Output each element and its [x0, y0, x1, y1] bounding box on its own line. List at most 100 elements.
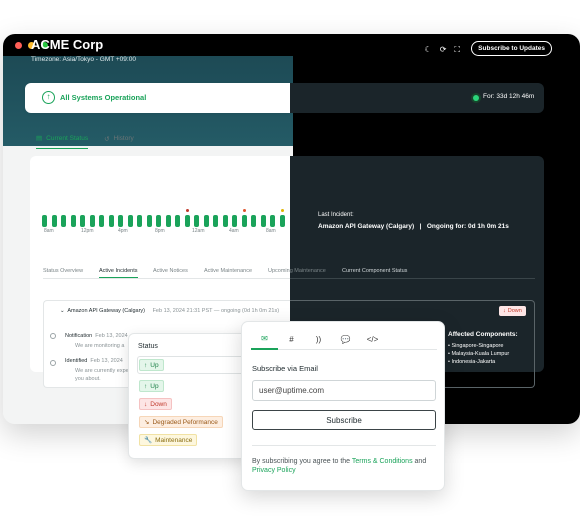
- subscribe-popup: ✉ # )) 💬 </> Subscribe via Email Subscri…: [241, 321, 445, 491]
- email-field[interactable]: [252, 380, 436, 401]
- uptime-bar[interactable]: [70, 215, 76, 227]
- subtab-status-overview[interactable]: Status Overview: [43, 268, 83, 274]
- terms-text: By subscribing you agree to the Terms & …: [252, 458, 427, 474]
- window-close-button[interactable]: [15, 41, 22, 49]
- uptime-bar[interactable]: [51, 215, 57, 227]
- uptime-bar[interactable]: [108, 215, 114, 227]
- tab-history[interactable]: ↺ History: [104, 134, 134, 149]
- affected-title: Affected Components:: [448, 331, 518, 338]
- moon-icon[interactable]: ☾: [425, 45, 432, 55]
- expand-icon[interactable]: ⛶: [454, 45, 460, 55]
- subtab-active-notices[interactable]: Active Notices: [153, 268, 188, 274]
- uptime-bar[interactable]: [156, 215, 161, 227]
- subtab-current-component-status[interactable]: Current Component Status: [342, 268, 407, 274]
- uptime-bar[interactable]: [118, 215, 123, 227]
- uptime-bar[interactable]: [127, 215, 133, 227]
- axis-tick-label: 4pm: [118, 228, 128, 234]
- arrow-down-icon: ↓: [144, 400, 148, 408]
- timeline-entry: Notification Feb 13, 2024: [65, 333, 128, 339]
- badge-label: Down: [507, 308, 522, 314]
- status-dropdown-popup: Status ↑ Up ↑ Up ↓ Down ↘ Degraded Peformanc…: [128, 333, 250, 459]
- uptime-bar[interactable]: [42, 215, 47, 227]
- subscribe-label: Subscribe via Email: [252, 364, 318, 373]
- email-icon[interactable]: ✉: [251, 328, 278, 350]
- subtab-active-maintenance[interactable]: Active Maintenance: [204, 268, 252, 274]
- incident-title: Amazon API Gateway (Calgary): [67, 308, 146, 314]
- rss-icon[interactable]: )): [305, 328, 332, 350]
- affected-item: • Singapore-Singapore: [448, 343, 504, 349]
- uptime-bar[interactable]: [137, 215, 142, 227]
- incident-marker: [242, 209, 246, 212]
- last-incident-label: Last Incident:: [318, 212, 354, 218]
- uptime-bar[interactable]: [260, 215, 266, 227]
- status-option-maintenance[interactable]: 🔧 Maintenance: [139, 434, 198, 446]
- subscribe-button[interactable]: Subscribe: [252, 410, 436, 430]
- status-dot-icon: [473, 95, 479, 101]
- uptime-bar[interactable]: [89, 215, 95, 227]
- axis-tick-label: 8pm: [155, 228, 165, 234]
- axis-tick-label: 4am: [229, 228, 239, 234]
- status-option-up[interactable]: ↑ Up: [139, 380, 164, 392]
- uptime-bar[interactable]: [80, 215, 85, 227]
- uptime-bar[interactable]: [146, 215, 152, 227]
- subtab-active-incidents[interactable]: Active Incidents: [99, 268, 138, 278]
- status-title: Status: [138, 343, 158, 350]
- subscribe-channel-tabs: ✉ # )) 💬 </>: [251, 328, 437, 350]
- ongoing-duration: Ongoing for: 0d 1h 0m 21s: [426, 223, 509, 230]
- chevron-down-icon: ⌄: [60, 308, 65, 314]
- tab-label: Current Status: [46, 134, 89, 142]
- subscribe-updates-button[interactable]: Subscribe to Updates: [471, 41, 552, 56]
- axis-tick-label: 8am: [44, 228, 54, 234]
- search-icon: [50, 360, 56, 366]
- uptime-bar[interactable]: [165, 215, 171, 227]
- uptime-duration: For: 33d 12h 46m: [483, 93, 535, 100]
- last-incident-name[interactable]: Amazon API Gateway (Calgary): [318, 223, 414, 230]
- subtab-upcoming-maintenance[interactable]: Upcoming Maintenance: [268, 268, 326, 274]
- status-selected: ↑ Up: [139, 359, 164, 371]
- uptime-bar[interactable]: [99, 215, 104, 227]
- slack-icon[interactable]: #: [278, 328, 305, 350]
- tab-current-status[interactable]: ▤ Current Status: [36, 134, 89, 149]
- axis-tick-label: 12pm: [81, 228, 94, 234]
- status-badge: ↓ Down: [499, 306, 526, 316]
- trend-down-icon: ↘: [144, 419, 150, 426]
- status-option-down[interactable]: ↓ Down: [139, 398, 172, 410]
- code-icon[interactable]: </>: [359, 328, 386, 350]
- last-incident: Last Incident: Amazon API Gateway (Calga…: [318, 212, 509, 230]
- timeline-text: We are currently expe: [75, 368, 129, 374]
- calendar-icon: ▤: [36, 135, 43, 142]
- uptime-bar[interactable]: [279, 209, 285, 227]
- uptime-bar[interactable]: [241, 209, 247, 227]
- refresh-icon[interactable]: ⟳: [440, 45, 447, 55]
- timeline-text: We are monitoring a: [75, 343, 125, 349]
- timeline-text: you about.: [75, 376, 101, 382]
- timeline-entry: Identified Feb 13, 2024: [65, 358, 123, 364]
- timezone-label: Timezone: Asia/Tokyo - GMT +09:00: [31, 56, 136, 63]
- uptime-bar[interactable]: [270, 215, 275, 227]
- terms-link[interactable]: Terms & Conditions: [352, 458, 413, 465]
- chat-icon[interactable]: 💬: [332, 328, 359, 350]
- arrow-up-icon: ↑: [42, 91, 55, 104]
- arrow-up-icon: ↑: [144, 361, 148, 369]
- uptime-bar[interactable]: [194, 215, 199, 227]
- privacy-link[interactable]: Privacy Policy: [252, 467, 296, 474]
- status-text: All Systems Operational: [60, 93, 147, 102]
- uptime-bar[interactable]: [222, 215, 228, 227]
- uptime-bar[interactable]: [61, 215, 66, 227]
- affected-components: Affected Components: • Singapore-Singapo…: [448, 331, 518, 367]
- uptime-bar[interactable]: [232, 215, 237, 227]
- axis-tick-label: 12am: [192, 228, 205, 234]
- uptime-bar[interactable]: [203, 215, 209, 227]
- uptime-bar[interactable]: [184, 209, 190, 227]
- affected-item: • Indonesia-Jakarta: [448, 359, 496, 365]
- divider: [290, 278, 535, 279]
- uptime-bar[interactable]: [213, 215, 218, 227]
- incident-marker: [280, 209, 284, 212]
- uptime-bar[interactable]: [175, 215, 180, 227]
- affected-item: • Malaysia-Kuala Lumpur: [448, 351, 510, 357]
- incident-meta: Feb 13, 2024 21:31 PST — ongoing (0d 1h …: [152, 308, 280, 314]
- incident-header[interactable]: ⌄ Amazon API Gateway (Calgary) Feb 13, 2…: [60, 308, 279, 314]
- uptime-bar[interactable]: [251, 215, 256, 227]
- status-option-degraded[interactable]: ↘ Degraded Peformance: [139, 416, 223, 428]
- arrow-down-icon: ↓: [503, 308, 506, 314]
